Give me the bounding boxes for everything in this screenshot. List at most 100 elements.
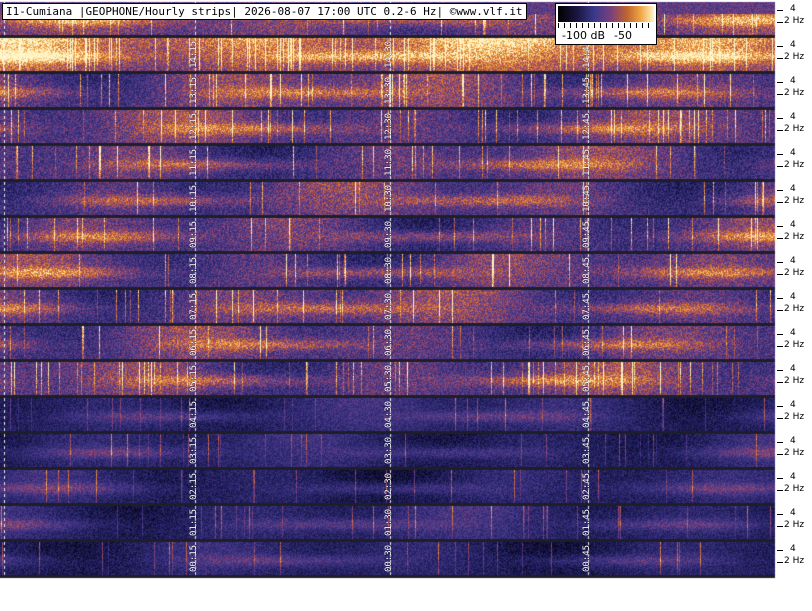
strip-time-label: 09:15 bbox=[189, 220, 199, 248]
strip-time-label: 02:30 bbox=[384, 472, 394, 500]
axis-tick bbox=[777, 298, 783, 299]
strip-time-label: 13:45 bbox=[582, 76, 592, 104]
strip-time-label: 02:15 bbox=[189, 472, 199, 500]
axis-label-4: 4 bbox=[790, 364, 796, 374]
axis-label-4: 4 bbox=[790, 184, 796, 194]
axis-tick bbox=[777, 154, 783, 155]
strip-time-label: 11:15 bbox=[189, 148, 199, 176]
strip-time-label: 03:15 bbox=[189, 436, 199, 464]
axis-label-4: 4 bbox=[790, 544, 796, 554]
axis-label-2hz: 2 Hz bbox=[784, 484, 805, 494]
axis-tick bbox=[777, 526, 783, 527]
strip-time-label: 02:45 bbox=[582, 472, 592, 500]
axis-tick bbox=[777, 370, 783, 371]
strip-time-label: 12:30 bbox=[384, 112, 394, 140]
strip-time-label: 10:30 bbox=[384, 184, 394, 212]
axis-label-2hz: 2 Hz bbox=[784, 16, 805, 26]
axis-label-4: 4 bbox=[790, 472, 796, 482]
strip-time-label: 04:30 bbox=[384, 400, 394, 428]
axis-tick bbox=[777, 550, 783, 551]
axis-tick bbox=[777, 454, 783, 455]
strip-time-label: 06:15 bbox=[189, 328, 199, 356]
axis-label-4: 4 bbox=[790, 220, 796, 230]
axis-label-2hz: 2 Hz bbox=[784, 412, 805, 422]
axis-tick bbox=[777, 478, 783, 479]
axis-label-2hz: 2 Hz bbox=[784, 448, 805, 458]
strip-time-label: 12:15 bbox=[189, 112, 199, 140]
axis-label-2hz: 2 Hz bbox=[784, 268, 805, 278]
axis-tick bbox=[777, 418, 783, 419]
axis-label-4: 4 bbox=[790, 40, 796, 50]
axis-label-2hz: 2 Hz bbox=[784, 52, 805, 62]
axis-label-2hz: 2 Hz bbox=[784, 376, 805, 386]
axis-label-4: 4 bbox=[790, 328, 796, 338]
axis-tick bbox=[777, 382, 783, 383]
spectrogram-strips bbox=[0, 0, 812, 611]
axis-tick bbox=[777, 310, 783, 311]
strip-time-label: 06:45 bbox=[582, 328, 592, 356]
strip-time-label: 13:30 bbox=[384, 76, 394, 104]
axis-label-2hz: 2 Hz bbox=[784, 124, 805, 134]
axis-tick bbox=[777, 490, 783, 491]
axis-tick bbox=[777, 10, 783, 11]
axis-tick bbox=[777, 442, 783, 443]
strip-time-label: 00:15 bbox=[189, 544, 199, 572]
spectrogram-figure: 42 Hz 14:15 14:30 14:45 4 2 Hz 13:15 13:30 13:45… bbox=[0, 0, 812, 611]
colorbar-low-label: -100 dB bbox=[562, 29, 605, 42]
axis-label-4: 4 bbox=[790, 76, 796, 86]
strip-time-label: 07:15 bbox=[189, 292, 199, 320]
axis-label-4: 4 bbox=[790, 292, 796, 302]
colorbar-high-label: -50 bbox=[614, 29, 632, 42]
strip-time-label: 11:45 bbox=[582, 148, 592, 176]
axis-tick bbox=[777, 562, 783, 563]
axis-label-4: 4 bbox=[790, 148, 796, 158]
axis-tick bbox=[777, 118, 783, 119]
strip-time-label: 01:45 bbox=[582, 508, 592, 536]
axis-tick bbox=[777, 82, 783, 83]
axis-tick bbox=[777, 514, 783, 515]
axis-tick bbox=[777, 166, 783, 167]
axis-label-4: 4 bbox=[790, 400, 796, 410]
axis-label-2hz: 2 Hz bbox=[784, 232, 805, 242]
strip-time-label: 12:45 bbox=[582, 112, 592, 140]
strip-time-label: 10:15 bbox=[189, 184, 199, 212]
axis-tick bbox=[777, 274, 783, 275]
strip-time-label: 13:15 bbox=[189, 76, 199, 104]
axis-tick bbox=[777, 238, 783, 239]
strip-time-label: 08:15 bbox=[189, 256, 199, 284]
strip-time-label: 01:15 bbox=[189, 508, 199, 536]
axis-tick bbox=[777, 94, 783, 95]
axis-tick bbox=[777, 190, 783, 191]
axis-label-2hz: 2 Hz bbox=[784, 556, 805, 566]
strip-time-label: 09:45 bbox=[582, 220, 592, 248]
strip-time-label: 00:45 bbox=[582, 544, 592, 572]
strip-time-label: 07:45 bbox=[582, 292, 592, 320]
strip-time-label: 03:30 bbox=[384, 436, 394, 464]
axis-tick bbox=[777, 262, 783, 263]
axis-tick bbox=[777, 334, 783, 335]
strip-time-label: 11:30 bbox=[384, 148, 394, 176]
strip-time-label: 14:30 bbox=[384, 40, 394, 68]
axis-label-4: 4 bbox=[790, 4, 796, 14]
axis-label-2hz: 2 Hz bbox=[784, 304, 805, 314]
strip-time-label: 05:45 bbox=[582, 364, 592, 392]
axis-label-4: 4 bbox=[790, 508, 796, 518]
strip-time-label: 00:30 bbox=[384, 544, 394, 572]
axis-label-4: 4 bbox=[790, 112, 796, 122]
axis-label-4: 4 bbox=[790, 436, 796, 446]
axis-tick bbox=[777, 226, 783, 227]
strip-time-label: 08:30 bbox=[384, 256, 394, 284]
strip-time-label: 07:30 bbox=[384, 292, 394, 320]
axis-label-2hz: 2 Hz bbox=[784, 160, 805, 170]
axis-tick bbox=[777, 46, 783, 47]
axis-label-2hz: 2 Hz bbox=[784, 340, 805, 350]
axis-tick bbox=[777, 202, 783, 203]
strip-time-label: 08:45 bbox=[582, 256, 592, 284]
colorbar: -100 dB -50 bbox=[555, 3, 657, 45]
axis-tick bbox=[777, 406, 783, 407]
strip-time-label: 04:45 bbox=[582, 400, 592, 428]
colorbar-gradient bbox=[558, 6, 654, 22]
strip-time-label: 04:15 bbox=[189, 400, 199, 428]
strip-time-label: 01:30 bbox=[384, 508, 394, 536]
axis-tick bbox=[777, 346, 783, 347]
